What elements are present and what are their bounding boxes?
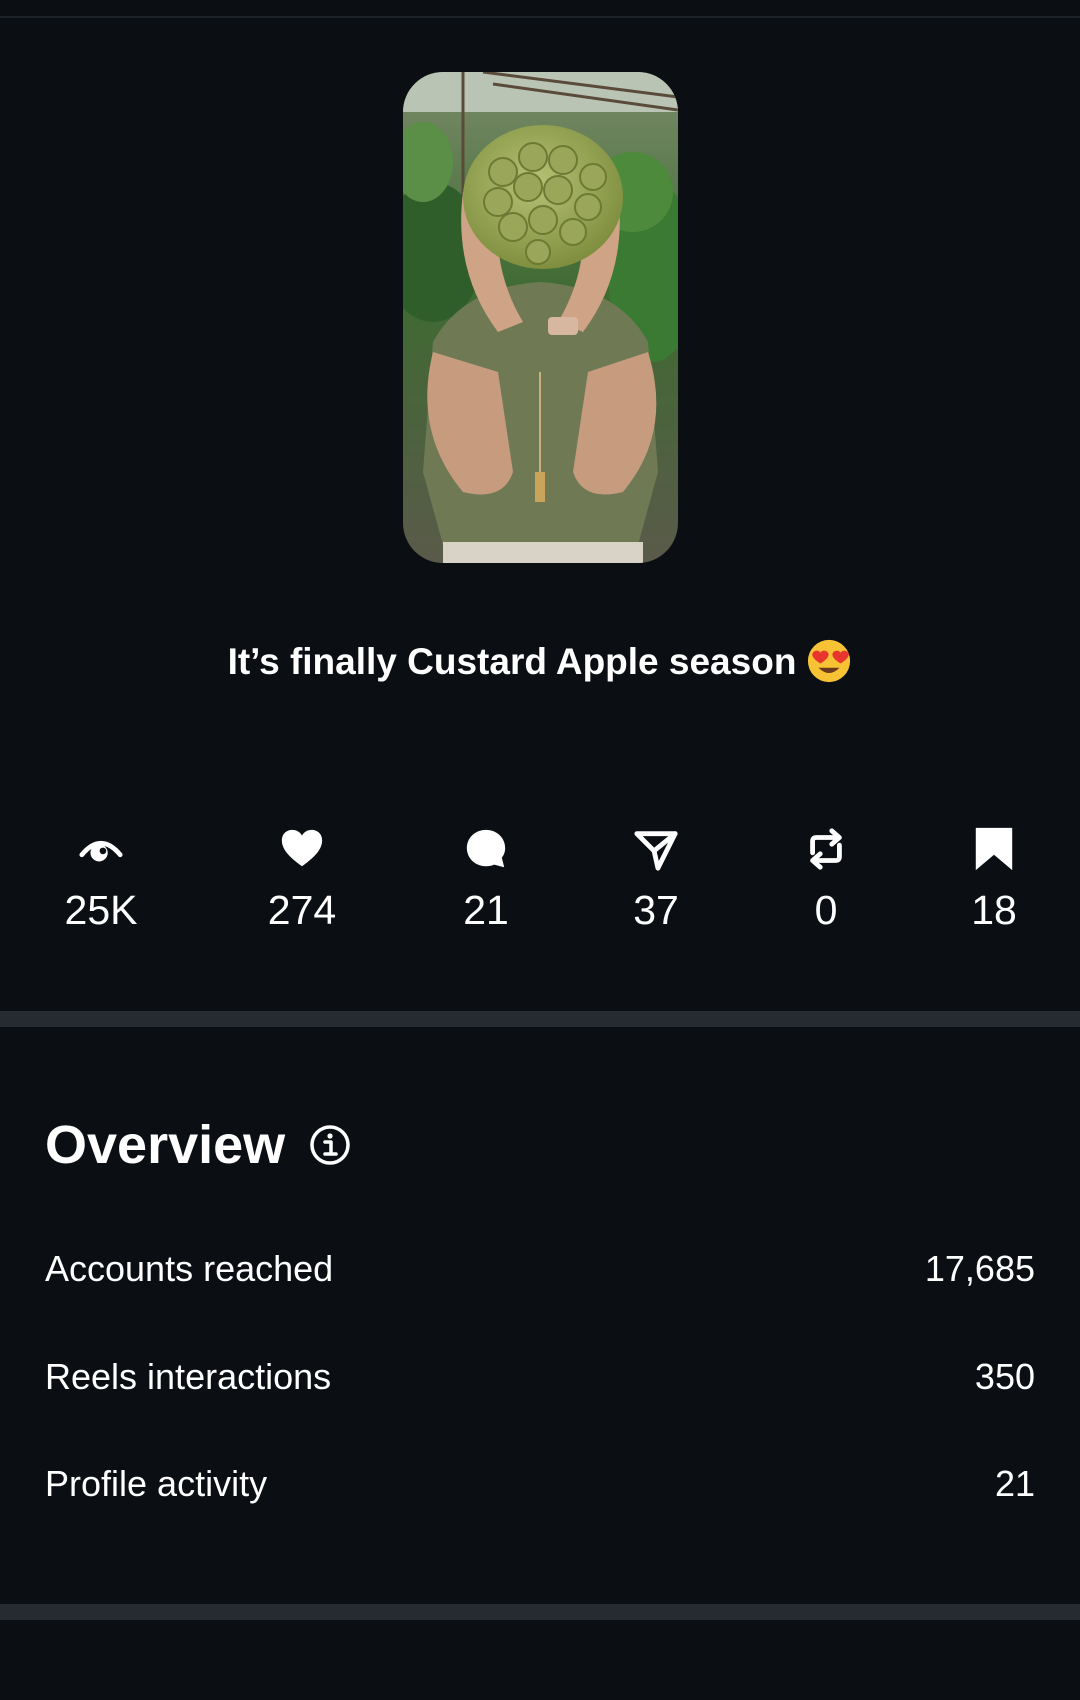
bookmark-icon <box>975 827 1013 871</box>
reel-caption: It’s finally Custard Apple season <box>0 638 1080 686</box>
caption-text: It’s finally Custard Apple season <box>227 641 797 682</box>
reel-thumbnail[interactable] <box>403 72 678 563</box>
section-divider <box>0 1011 1080 1027</box>
overview-header: Overview <box>45 1110 351 1180</box>
stat-shares[interactable]: 37 <box>576 826 736 934</box>
overview-row-accounts-reached[interactable]: Accounts reached 17,685 <box>45 1244 1035 1294</box>
shares-count: 37 <box>633 887 679 933</box>
reposts-count: 0 <box>814 887 838 933</box>
comment-icon <box>466 829 506 868</box>
row-value: 350 <box>974 1356 1035 1397</box>
row-value: 17,685 <box>924 1248 1035 1289</box>
stat-likes[interactable]: 274 <box>222 826 382 934</box>
stat-saves[interactable]: 18 <box>914 826 1074 934</box>
info-icon[interactable] <box>309 1124 351 1166</box>
row-label: Accounts reached <box>45 1248 334 1289</box>
share-icon <box>634 831 678 871</box>
repost-icon <box>810 828 842 870</box>
row-label: Profile activity <box>45 1463 268 1504</box>
heart-icon <box>281 829 323 867</box>
row-label: Reels interactions <box>45 1356 332 1397</box>
comments-count: 21 <box>463 887 509 933</box>
stat-comments[interactable]: 21 <box>406 826 566 934</box>
top-divider <box>0 16 1080 18</box>
section-divider <box>0 1604 1080 1620</box>
views-count: 25K <box>64 887 138 933</box>
stat-reposts[interactable]: 0 <box>746 826 906 934</box>
reel-stats: 25K 274 21 37 0 18 <box>0 826 1080 946</box>
overview-title: Overview <box>45 1115 286 1175</box>
overview-row-reels-interactions[interactable]: Reels interactions 350 <box>45 1352 1035 1402</box>
row-value: 21 <box>994 1463 1035 1504</box>
likes-count: 274 <box>267 887 337 933</box>
overview-row-profile-activity[interactable]: Profile activity 21 <box>45 1459 1035 1509</box>
heart-eyes-emoji-icon <box>808 639 851 683</box>
stat-views[interactable]: 25K <box>21 826 181 934</box>
saves-count: 18 <box>971 887 1017 933</box>
eye-icon <box>79 840 123 862</box>
